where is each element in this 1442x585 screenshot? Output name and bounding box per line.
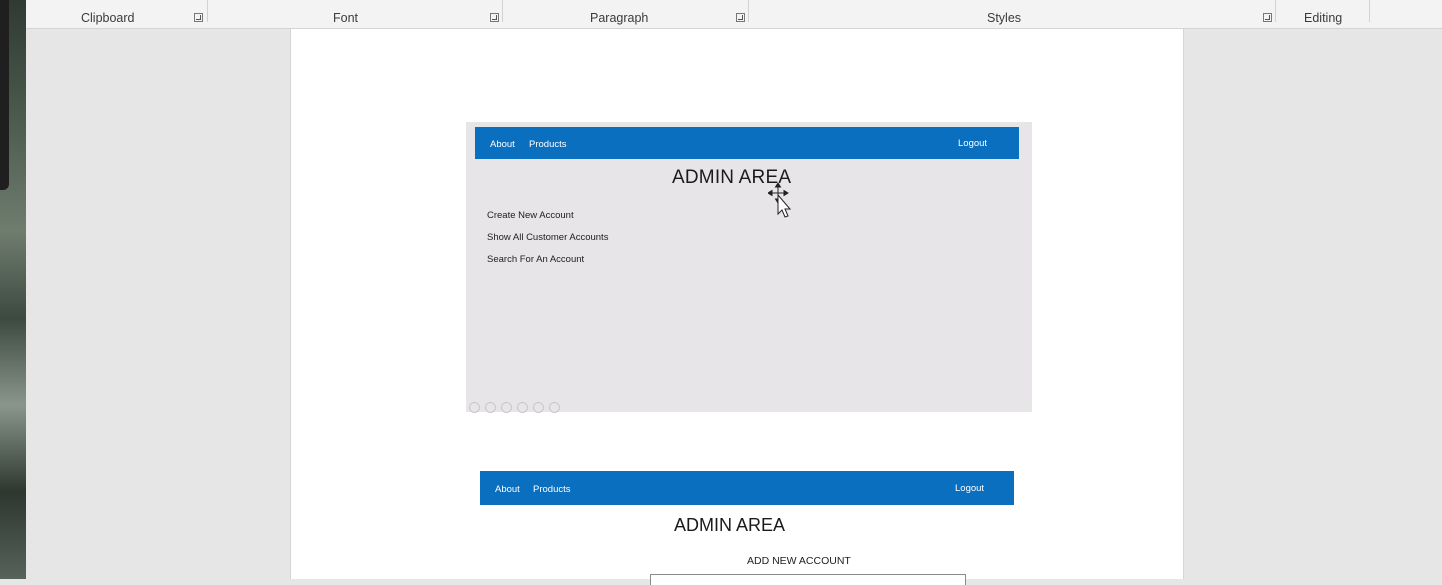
styles-dialog-launcher-icon[interactable] (1263, 13, 1272, 22)
mock-menu-search-account: Search For An Account (487, 254, 585, 265)
mock-nav-products: Products (529, 139, 567, 150)
clipboard-dialog-launcher-icon[interactable] (194, 13, 203, 22)
mock2-nav-products: Products (533, 484, 571, 495)
mock2-input-box (650, 574, 966, 585)
embedded-image-admin-area[interactable]: About Products Logout ADMIN AREA Create … (466, 122, 1032, 413)
ribbon-group-labels: Clipboard Font Paragraph Styles Editing (26, 0, 1442, 29)
mock2-nav-logout: Logout (955, 483, 985, 494)
mock2-navbar: About Products Logout (480, 471, 1014, 505)
mock-nav-about: About (490, 139, 515, 150)
ribbon-separator (1275, 0, 1276, 22)
desktop-wallpaper (0, 0, 26, 579)
ribbon-group-font: Font (333, 11, 359, 25)
mock2-nav-about: About (495, 484, 520, 495)
mock-menu-create-account: Create New Account (487, 210, 574, 221)
paragraph-dialog-launcher-icon[interactable] (736, 13, 745, 22)
ribbon-group-clipboard: Clipboard (81, 11, 135, 25)
ribbon-separator (207, 0, 208, 22)
mock2-section-title: ADD NEW ACCOUNT (747, 555, 851, 567)
ribbon-group-styles: Styles (987, 11, 1022, 25)
circle-icon (485, 402, 496, 413)
circle-icon (501, 402, 512, 413)
ribbon-group-paragraph: Paragraph (590, 11, 649, 25)
ribbon-separator (748, 0, 749, 22)
ribbon-separator (1369, 0, 1370, 22)
circle-icon (533, 402, 544, 413)
mock-menu-show-accounts: Show All Customer Accounts (487, 232, 609, 243)
mock-navbar: About Products Logout (475, 127, 1019, 159)
mock-toolbar-icons (469, 400, 565, 413)
mock2-title: ADMIN AREA (674, 515, 786, 535)
background-window-edge (0, 0, 9, 190)
circle-icon (517, 402, 528, 413)
move-cursor-icon (768, 183, 792, 218)
ribbon-separator (502, 0, 503, 22)
circle-icon (549, 402, 560, 413)
circle-icon (469, 402, 480, 413)
font-dialog-launcher-icon[interactable] (490, 13, 499, 22)
ribbon-group-editing: Editing (1304, 11, 1343, 25)
mock-nav-logout: Logout (958, 138, 988, 149)
